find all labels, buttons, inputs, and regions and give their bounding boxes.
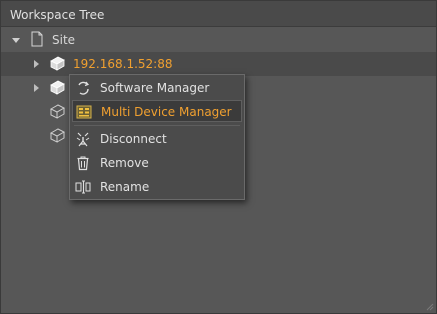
device-offline-icon — [49, 128, 65, 143]
menu-item-multi-device-manager[interactable]: Multi Device Manager — [72, 100, 242, 122]
refresh-icon — [78, 81, 90, 95]
menu-item-remove[interactable]: Remove — [72, 152, 242, 174]
tree-node-label: 192.168.1.52:88 — [73, 57, 173, 71]
device-icon — [50, 56, 65, 71]
rename-icon — [75, 180, 91, 194]
expand-arrow-icon[interactable] — [34, 84, 39, 92]
device-icon — [50, 80, 65, 95]
menu-item-disconnect[interactable]: Disconnect — [72, 128, 242, 150]
menu-item-software-manager[interactable]: Software Manager — [72, 77, 242, 99]
workspace-tree-panel: Workspace Tree Site 192.168.1.52:88 Soft… — [0, 0, 437, 314]
panel-header: Workspace Tree — [1, 1, 436, 27]
menu-item-label: Software Manager — [100, 81, 210, 95]
tree-node-device[interactable]: 192.168.1.52:88 — [1, 52, 436, 76]
menu-item-label: Rename — [100, 180, 150, 194]
disconnect-icon — [76, 132, 90, 147]
panel-title: Workspace Tree — [10, 8, 105, 22]
resize-grip-icon[interactable] — [424, 301, 434, 311]
context-menu: Software Manager Multi Device Manager Di… — [69, 74, 245, 200]
tree-node-site[interactable]: Site — [1, 28, 436, 52]
device-offline-icon — [49, 104, 65, 119]
multi-device-icon — [76, 105, 92, 119]
trash-icon — [77, 156, 89, 171]
document-icon — [31, 31, 43, 47]
menu-item-label: Multi Device Manager — [101, 105, 232, 119]
menu-separator — [74, 125, 240, 126]
tree-node-label: Site — [52, 33, 76, 47]
menu-item-rename[interactable]: Rename — [72, 176, 242, 198]
expand-arrow-icon[interactable] — [12, 38, 20, 43]
menu-item-label: Remove — [100, 156, 149, 170]
expand-arrow-icon[interactable] — [34, 60, 39, 68]
menu-item-label: Disconnect — [100, 132, 167, 146]
